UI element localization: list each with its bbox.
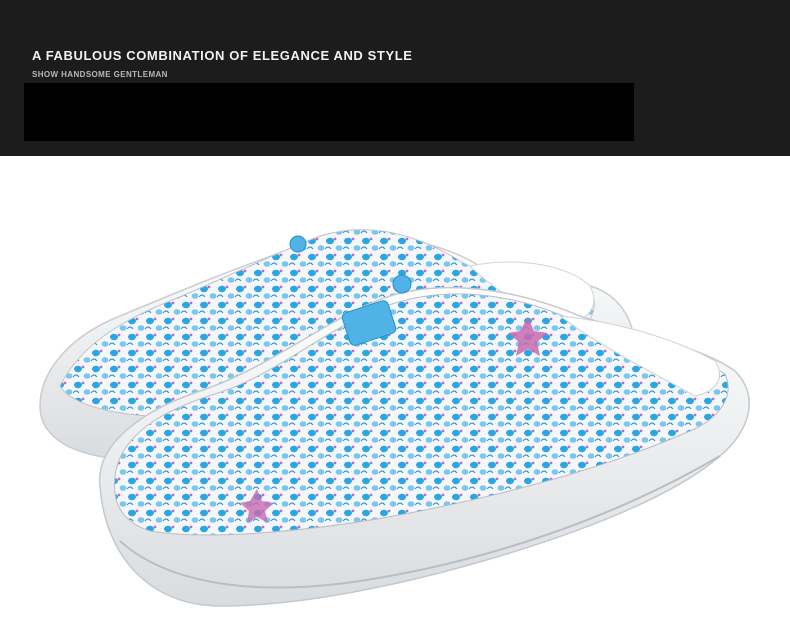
- header-banner: A FABULOUS COMBINATION OF ELEGANCE AND S…: [0, 0, 790, 156]
- banner-subhead: SHOW HANDSOME GENTLEMAN: [32, 70, 168, 79]
- product-photo: [39, 229, 750, 607]
- black-bar: [24, 83, 634, 141]
- banner-headline: A FABULOUS COMBINATION OF ELEGANCE AND S…: [32, 48, 413, 63]
